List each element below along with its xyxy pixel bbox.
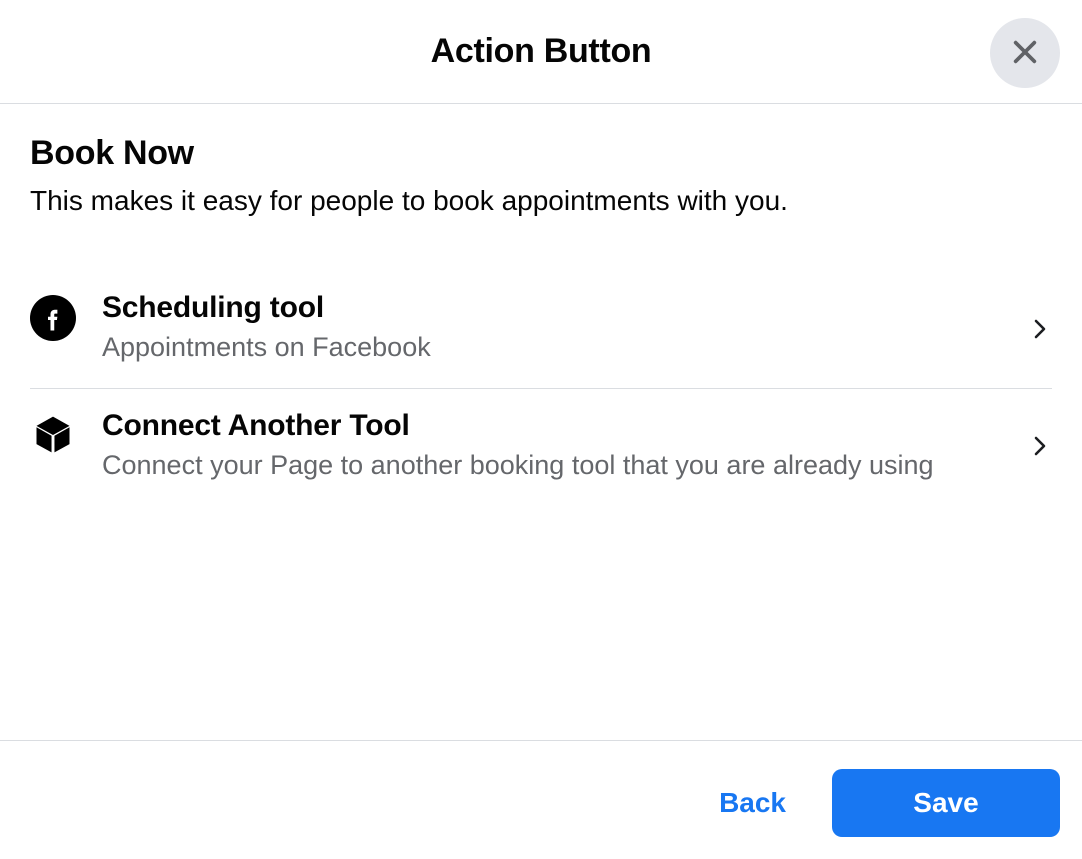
- facebook-icon: [30, 295, 76, 341]
- section-subtitle: This makes it easy for people to book ap…: [30, 183, 1052, 219]
- option-connect-another-tool[interactable]: Connect Another Tool Connect your Page t…: [30, 389, 1052, 505]
- close-icon: [1009, 36, 1041, 71]
- save-button[interactable]: Save: [832, 769, 1060, 837]
- back-button[interactable]: Back: [719, 775, 786, 831]
- option-desc: Appointments on Facebook: [102, 329, 1002, 365]
- option-text: Connect Another Tool Connect your Page t…: [102, 409, 1002, 483]
- modal-content: Book Now This makes it easy for people t…: [0, 104, 1082, 740]
- chevron-right-icon: [1028, 317, 1052, 341]
- modal-footer: Back Save: [0, 740, 1082, 859]
- section-title: Book Now: [30, 134, 1052, 173]
- option-text: Scheduling tool Appointments on Facebook: [102, 291, 1002, 365]
- option-scheduling-tool[interactable]: Scheduling tool Appointments on Facebook: [30, 271, 1052, 388]
- option-desc: Connect your Page to another booking too…: [102, 447, 1002, 483]
- close-button[interactable]: [990, 18, 1060, 88]
- option-title: Scheduling tool: [102, 291, 1002, 325]
- modal-header: Action Button: [0, 0, 1082, 104]
- box-icon: [30, 413, 76, 459]
- modal-title: Action Button: [431, 32, 652, 71]
- chevron-right-icon: [1028, 434, 1052, 458]
- option-title: Connect Another Tool: [102, 409, 1002, 443]
